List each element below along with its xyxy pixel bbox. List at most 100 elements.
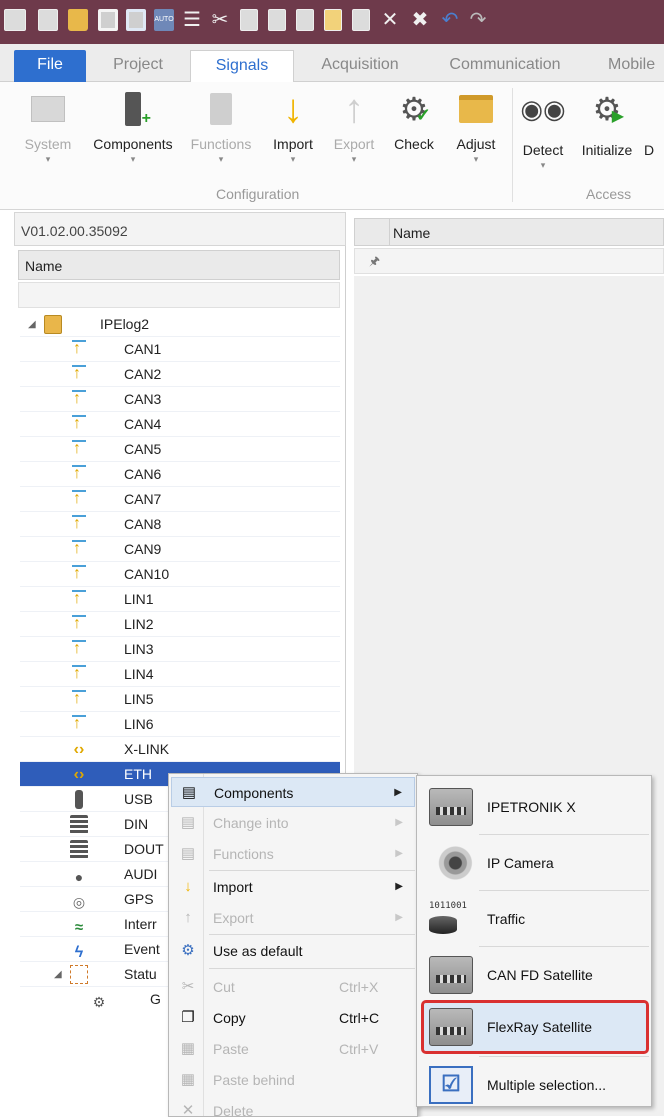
export-button[interactable]: ↑ Export ▾ xyxy=(326,87,382,165)
tree-item-can4[interactable]: CAN4 xyxy=(20,411,340,437)
tree-item-label: CAN4 xyxy=(124,416,162,432)
undo-icon[interactable]: ↶ xyxy=(440,9,460,31)
check-button[interactable]: ⚙ ✓ Check xyxy=(388,90,440,152)
menu-item-functions[interactable]: ▤ Functions ▶ xyxy=(171,839,415,869)
components-submenu: IPETRONIK X IP Camera 1011001 Traffic CAN FD… xyxy=(416,775,652,1107)
tree-column-header-name[interactable]: Name xyxy=(18,250,340,280)
menu-item-paste-behind[interactable]: ▦ Paste behind xyxy=(171,1065,415,1095)
menu-item-paste[interactable]: ▦ Paste Ctrl+V xyxy=(171,1034,415,1064)
tree-item-label: LIN5 xyxy=(124,691,154,707)
pin-icon[interactable]: 🖈 xyxy=(369,252,380,273)
tab-file[interactable]: File xyxy=(14,50,86,82)
app-icon xyxy=(4,9,26,31)
menu-item-use-as-default[interactable]: ⚙ Use as default xyxy=(171,936,415,966)
functions-button[interactable]: Functions ▾ xyxy=(188,90,254,165)
version-label: V01.02.00.35092 xyxy=(14,212,346,246)
tree-item-label: LIN2 xyxy=(124,616,154,632)
menu-item-import[interactable]: ↓ Import ▶ xyxy=(171,872,415,902)
save-as-icon[interactable] xyxy=(126,9,146,31)
menu-item-label: Export xyxy=(213,910,254,926)
delete-icon[interactable]: ✕ xyxy=(380,9,400,31)
tab-project[interactable]: Project xyxy=(96,50,180,82)
system-button[interactable]: System ▾ xyxy=(18,90,78,165)
tree-item-can8[interactable]: CAN8 xyxy=(20,511,340,537)
tab-mobile[interactable]: Mobile xyxy=(596,50,664,82)
menu-item-cut[interactable]: ✂ Cut Ctrl+X xyxy=(171,972,415,1002)
submenu-item-ip-camera[interactable]: IP Camera xyxy=(421,836,649,890)
tree-item-lin2[interactable]: LIN2 xyxy=(20,611,340,637)
export-icon[interactable] xyxy=(352,9,370,31)
expand-toggle-icon[interactable]: ◢ xyxy=(54,962,62,987)
new-icon[interactable] xyxy=(38,9,58,31)
bus-icon xyxy=(70,511,88,536)
menu-item-export[interactable]: ↑ Export ▶ xyxy=(171,903,415,933)
auto-icon[interactable]: AUTO xyxy=(154,9,174,31)
expand-toggle-icon[interactable]: ◢ xyxy=(28,312,36,337)
initialize-button[interactable]: ⚙ ▶ Initialize xyxy=(576,90,638,158)
tree-item-lin3[interactable]: LIN3 xyxy=(20,636,340,662)
submenu-item-traffic[interactable]: 1011001 Traffic xyxy=(421,892,649,946)
tree-item-can6[interactable]: CAN6 xyxy=(20,461,340,487)
redo-icon[interactable]: ↷ xyxy=(468,9,488,31)
menu-item-components[interactable]: ▤ Components ▶ xyxy=(171,777,415,807)
d-button[interactable]: D xyxy=(644,90,664,158)
tree-item-can1[interactable]: CAN1 xyxy=(20,336,340,362)
adjust-button[interactable]: Adjust ▾ xyxy=(448,90,504,165)
submenu-item-label: IPETRONIK X xyxy=(487,799,576,815)
menu-item-label: Cut xyxy=(213,979,235,995)
components-button[interactable]: + Components ▾ xyxy=(88,90,178,165)
menu-separator xyxy=(209,968,415,969)
tree-item-can5[interactable]: CAN5 xyxy=(20,436,340,462)
sort-icon[interactable]: ☰ xyxy=(182,9,202,31)
tree-item-can2[interactable]: CAN2 xyxy=(20,361,340,387)
cut-icon[interactable]: ✂ xyxy=(210,9,230,31)
tree-item-x-link[interactable]: ‹› X-LINK xyxy=(20,737,340,762)
event-icon: ϟ xyxy=(74,944,84,961)
tree-item-ipelog2[interactable]: ◢ IPElog2 xyxy=(20,312,340,337)
paste-behind-icon[interactable] xyxy=(296,9,314,31)
tree-filter-row[interactable] xyxy=(18,282,340,308)
change-into-icon: ▤ xyxy=(180,814,196,831)
tab-acquisition[interactable]: Acquisition xyxy=(304,50,416,82)
import-icon: ↓ xyxy=(283,86,303,131)
tree-item-lin1[interactable]: LIN1 xyxy=(20,586,340,612)
tree-item-can9[interactable]: CAN9 xyxy=(20,536,340,562)
submenu-item-can-fd-satellite[interactable]: CAN FD Satellite xyxy=(421,948,649,1002)
paste-icon[interactable] xyxy=(268,9,286,31)
detect-button[interactable]: ◉◉ Detect ▾ xyxy=(516,90,570,171)
menu-item-change-into[interactable]: ▤ Change into ▶ xyxy=(171,808,415,838)
tree-item-lin4[interactable]: LIN4 xyxy=(20,661,340,687)
tab-communication[interactable]: Communication xyxy=(430,50,580,82)
copy-icon[interactable] xyxy=(240,9,258,31)
menu-item-delete[interactable]: ✕ Delete xyxy=(171,1096,415,1117)
copy-icon: ❐ xyxy=(181,1009,195,1026)
menu-item-copy[interactable]: ❐ Copy Ctrl+C xyxy=(171,1003,415,1033)
tree-item-label: CAN8 xyxy=(124,516,162,532)
list-filter-row[interactable]: 🖈 xyxy=(354,248,664,274)
submenu-item-ipetronik-x[interactable]: IPETRONIK X xyxy=(421,780,649,834)
tree-item-label: CAN3 xyxy=(124,391,162,407)
list-column-header-name[interactable]: Name xyxy=(393,225,430,241)
tab-signals[interactable]: Signals xyxy=(190,50,294,83)
bus-icon xyxy=(70,436,88,461)
submenu-item-label: FlexRay Satellite xyxy=(487,1019,593,1035)
tree-item-can3[interactable]: CAN3 xyxy=(20,386,340,412)
tree-item-can10[interactable]: CAN10 xyxy=(20,561,340,587)
tree-item-lin6[interactable]: LIN6 xyxy=(20,711,340,737)
doc-icon[interactable] xyxy=(324,9,342,31)
microphone-icon: ● xyxy=(74,869,84,885)
save-icon[interactable] xyxy=(98,9,118,31)
components-icon: ▤ xyxy=(181,784,197,801)
submenu-item-multiple-selection[interactable]: ☑ Multiple selection... xyxy=(421,1058,649,1112)
tree-item-lin5[interactable]: LIN5 xyxy=(20,686,340,712)
submenu-arrow-icon: ▶ xyxy=(395,817,403,828)
menu-item-shortcut: Ctrl+V xyxy=(339,1041,379,1057)
open-folder-icon[interactable] xyxy=(68,9,88,31)
import-button[interactable]: ↓ Import ▾ xyxy=(264,86,322,165)
delete-all-icon[interactable]: ✖ xyxy=(410,9,430,31)
menu-separator xyxy=(209,934,415,935)
tree-item-can7[interactable]: CAN7 xyxy=(20,486,340,512)
submenu-arrow-icon: ▶ xyxy=(395,848,403,859)
tree-item-label: CAN7 xyxy=(124,491,162,507)
submenu-item-flexray-satellite[interactable]: FlexRay Satellite xyxy=(421,1000,649,1054)
